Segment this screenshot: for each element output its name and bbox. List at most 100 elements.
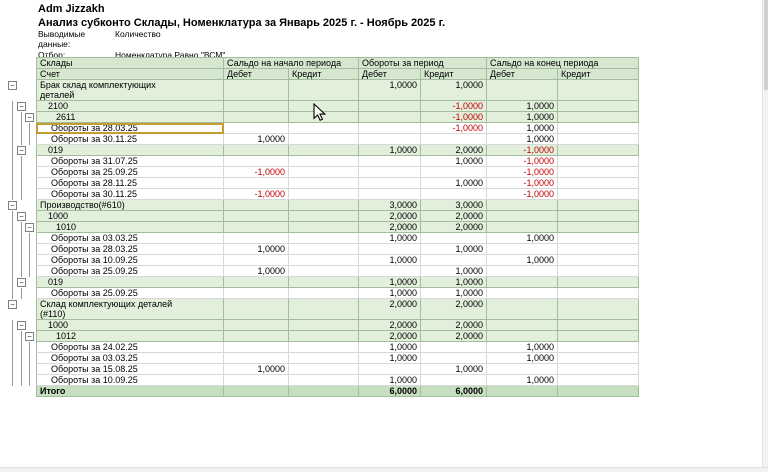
cell-saldo-start-debit[interactable] — [224, 123, 289, 134]
row-label[interactable]: 019 — [36, 277, 224, 288]
cell-saldo-end-debit[interactable] — [487, 244, 558, 255]
cell-saldo-start-debit[interactable] — [224, 353, 289, 364]
cell-saldo-end-credit[interactable] — [558, 189, 639, 200]
cell-saldo-start-credit[interactable] — [289, 375, 359, 386]
cell-saldo-end-debit[interactable]: 1,0000 — [487, 375, 558, 386]
cell-saldo-start-debit[interactable]: -1,0000 — [224, 189, 289, 200]
cell-turnover-credit[interactable] — [421, 233, 487, 244]
cell-saldo-start-debit[interactable] — [224, 288, 289, 299]
cell-saldo-end-credit[interactable] — [558, 80, 639, 101]
row-label[interactable]: Обороты за 25.09.25 — [36, 288, 224, 299]
cell-turnover-credit[interactable]: -1,0000 — [421, 112, 487, 123]
cell-saldo-start-debit[interactable] — [224, 112, 289, 123]
row-label[interactable]: Обороты за 15.08.25 — [36, 364, 224, 375]
cell-turnover-debit[interactable]: 1,0000 — [359, 342, 421, 353]
cell-saldo-end-debit[interactable]: -1,0000 — [487, 189, 558, 200]
cell-turnover-credit[interactable] — [421, 353, 487, 364]
row-label[interactable]: Обороты за 28.03.25 — [36, 244, 224, 255]
cell-saldo-end-debit[interactable]: -1,0000 — [487, 145, 558, 156]
row-label[interactable]: Обороты за 28.03.25 — [36, 123, 224, 134]
cell-turnover-debit[interactable]: 2,0000 — [359, 222, 421, 233]
cell-saldo-end-credit[interactable] — [558, 255, 639, 266]
cell-saldo-start-debit[interactable] — [224, 80, 289, 101]
cell-saldo-end-credit[interactable] — [558, 299, 639, 320]
cell-saldo-end-debit[interactable]: 1,0000 — [487, 123, 558, 134]
cell-saldo-start-debit[interactable] — [224, 211, 289, 222]
cell-turnover-credit[interactable] — [421, 134, 487, 145]
cell-turnover-debit[interactable]: 1,0000 — [359, 375, 421, 386]
cell-saldo-end-credit[interactable] — [558, 244, 639, 255]
cell-turnover-credit[interactable]: 2,0000 — [421, 145, 487, 156]
cell-saldo-start-credit[interactable] — [289, 156, 359, 167]
cell-turnover-debit[interactable]: 6,0000 — [359, 386, 421, 397]
cell-saldo-end-debit[interactable]: 1,0000 — [487, 112, 558, 123]
collapse-minus-icon[interactable]: − — [8, 81, 17, 90]
cell-turnover-credit[interactable]: 2,0000 — [421, 211, 487, 222]
cell-turnover-credit[interactable] — [421, 167, 487, 178]
cell-saldo-start-debit[interactable] — [224, 299, 289, 320]
cell-turnover-debit[interactable] — [359, 134, 421, 145]
cell-saldo-end-credit[interactable] — [558, 112, 639, 123]
cell-turnover-debit[interactable] — [359, 167, 421, 178]
cell-saldo-start-credit[interactable] — [289, 134, 359, 145]
cell-saldo-end-debit[interactable] — [487, 386, 558, 397]
cell-saldo-start-debit[interactable] — [224, 145, 289, 156]
row-label[interactable]: Обороты за 31.07.25 — [36, 156, 224, 167]
cell-saldo-end-debit[interactable]: -1,0000 — [487, 167, 558, 178]
cell-turnover-debit[interactable]: 1,0000 — [359, 277, 421, 288]
cell-saldo-end-debit[interactable] — [487, 331, 558, 342]
cell-saldo-end-credit[interactable] — [558, 145, 639, 156]
cell-saldo-end-debit[interactable]: 1,0000 — [487, 101, 558, 112]
cell-turnover-debit[interactable] — [359, 123, 421, 134]
cell-saldo-start-debit[interactable]: 1,0000 — [224, 244, 289, 255]
cell-saldo-end-credit[interactable] — [558, 364, 639, 375]
cell-turnover-debit[interactable] — [359, 156, 421, 167]
col-header-oboroty[interactable]: Обороты за период — [359, 57, 487, 69]
row-label[interactable]: 019 — [36, 145, 224, 156]
row-label[interactable]: Производство(#610) — [36, 200, 224, 211]
cell-saldo-end-credit[interactable] — [558, 288, 639, 299]
cell-saldo-end-debit[interactable] — [487, 288, 558, 299]
cell-saldo-end-credit[interactable] — [558, 353, 639, 364]
cell-turnover-credit[interactable]: 1,0000 — [421, 288, 487, 299]
cell-turnover-debit[interactable]: 2,0000 — [359, 320, 421, 331]
scrollbar-thumb[interactable] — [764, 0, 768, 90]
cell-saldo-end-credit[interactable] — [558, 167, 639, 178]
cell-saldo-end-debit[interactable] — [487, 211, 558, 222]
col-header-saldo-start[interactable]: Сальдо на начало периода — [224, 57, 359, 69]
collapse-minus-icon[interactable]: − — [17, 321, 26, 330]
row-label[interactable]: Склад комплектующих деталей (#110) — [36, 299, 224, 320]
cell-turnover-credit[interactable]: 1,0000 — [421, 266, 487, 277]
cell-turnover-debit[interactable] — [359, 112, 421, 123]
cell-saldo-end-debit[interactable]: 1,0000 — [487, 255, 558, 266]
cell-saldo-end-credit[interactable] — [558, 123, 639, 134]
cell-saldo-start-debit[interactable]: 1,0000 — [224, 134, 289, 145]
collapse-minus-icon[interactable]: − — [25, 332, 34, 341]
cell-saldo-start-credit[interactable] — [289, 167, 359, 178]
row-label[interactable]: Обороты за 24.02.25 — [36, 342, 224, 353]
row-label[interactable]: 1000 — [36, 320, 224, 331]
col-header-schet[interactable]: Счет — [36, 69, 224, 80]
cell-turnover-debit[interactable]: 2,0000 — [359, 331, 421, 342]
col-header-sklady[interactable]: Склады — [36, 57, 224, 69]
cell-saldo-start-debit[interactable] — [224, 375, 289, 386]
cell-saldo-start-debit[interactable] — [224, 233, 289, 244]
cell-saldo-end-debit[interactable] — [487, 266, 558, 277]
cell-saldo-end-debit[interactable]: 1,0000 — [487, 342, 558, 353]
cell-saldo-start-debit[interactable] — [224, 331, 289, 342]
cell-turnover-credit[interactable]: 6,0000 — [421, 386, 487, 397]
collapse-minus-icon[interactable]: − — [17, 102, 26, 111]
row-label[interactable]: Обороты за 25.09.25 — [36, 266, 224, 277]
row-label[interactable]: Обороты за 10.09.25 — [36, 255, 224, 266]
cell-saldo-start-credit[interactable] — [289, 145, 359, 156]
row-label[interactable]: Обороты за 10.09.25 — [36, 375, 224, 386]
cell-turnover-debit[interactable]: 1,0000 — [359, 233, 421, 244]
cell-turnover-credit[interactable]: -1,0000 — [421, 101, 487, 112]
row-label[interactable]: Обороты за 28.11.25 — [36, 178, 224, 189]
cell-turnover-credit[interactable]: 1,0000 — [421, 277, 487, 288]
col-header-credit-end[interactable]: Кредит — [558, 69, 639, 80]
cell-saldo-start-credit[interactable] — [289, 364, 359, 375]
cell-saldo-start-debit[interactable] — [224, 222, 289, 233]
cell-saldo-end-debit[interactable]: 1,0000 — [487, 134, 558, 145]
cell-turnover-debit[interactable]: 1,0000 — [359, 288, 421, 299]
